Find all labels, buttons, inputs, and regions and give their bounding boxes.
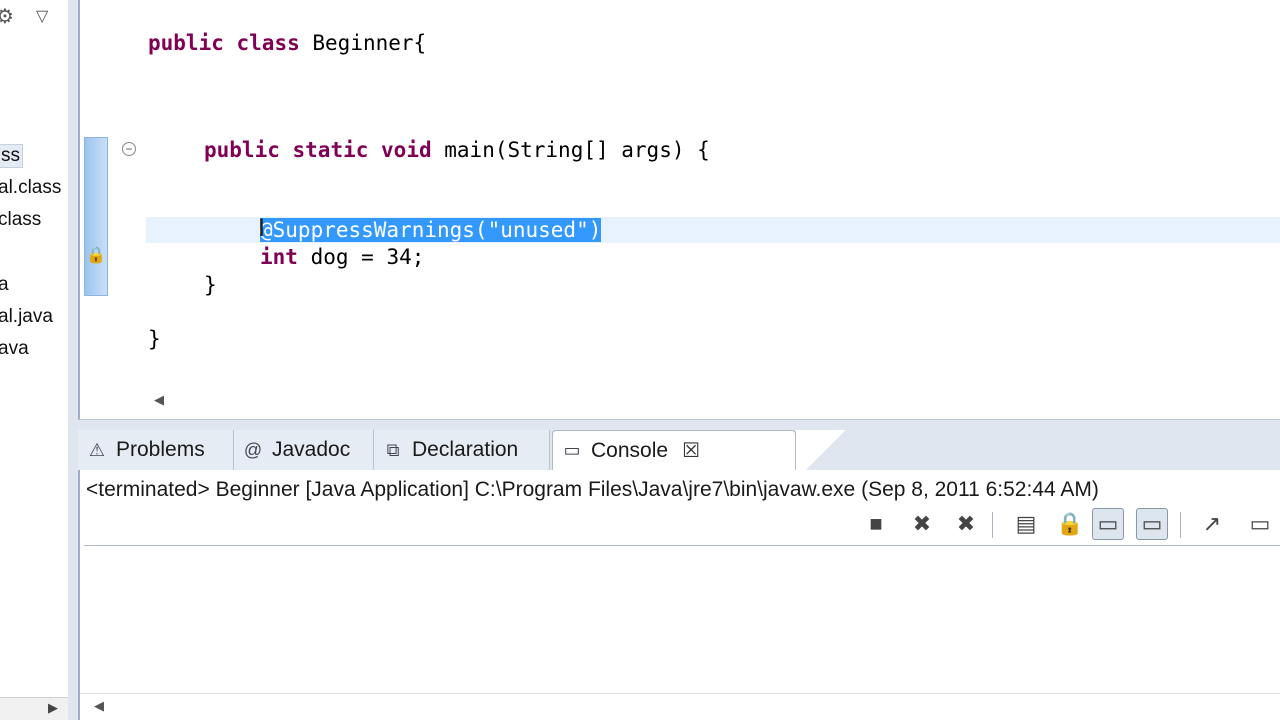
code-line-annotation: @SuppressWarnings("unused") [260, 217, 602, 243]
console-toolbar: ■ ✖ ✖ ▤ 🔒 ▭ ▭ ↗ ▭ [860, 506, 1280, 542]
package-explorer: ⚙ ▽ ss al.class class a al.java ava ▶ [0, 0, 69, 720]
scroll-left-icon[interactable]: ◀ [154, 392, 164, 408]
tab-label: Console [591, 438, 669, 462]
keyword: public [148, 31, 224, 55]
scroll-left-icon[interactable]: ◀ [94, 698, 104, 714]
tab-label: Javadoc [272, 438, 351, 461]
fold-collapse-icon[interactable]: − [122, 142, 136, 156]
keyword: class [236, 31, 300, 55]
scroll-right-icon[interactable]: ▶ [48, 700, 58, 716]
folding-gutter: − [110, 0, 144, 384]
chevron-down-icon[interactable]: ▽ [36, 6, 48, 26]
terminate-icon[interactable]: ■ [860, 508, 892, 540]
declaration-icon: ⧉ [386, 439, 400, 460]
display-console-icon[interactable]: ▭ [1244, 508, 1276, 540]
console-view[interactable]: <terminated> Beginner [Java Application]… [78, 470, 1280, 720]
problems-icon: ⚠ [88, 439, 106, 460]
pane-separator[interactable] [68, 0, 78, 720]
code-text-area[interactable]: public class Beginner{ public static voi… [146, 0, 1280, 384]
console-icon: ▭ [563, 440, 581, 460]
code-text: dog = 34; [310, 245, 425, 269]
pin-console-icon[interactable]: ↗ [1196, 508, 1228, 540]
at-icon: @ [243, 439, 263, 460]
file-item[interactable]: al.class [0, 177, 61, 199]
code-text: main(String[] args) { [444, 138, 710, 162]
overview-ruler: 🔒 [80, 0, 108, 384]
tab-decoration [796, 430, 856, 470]
horizontal-scrollbar[interactable]: ▶ [0, 697, 68, 720]
tab-declaration[interactable]: ⧉ Declaration [374, 430, 550, 470]
tab-label: Declaration [412, 438, 519, 461]
range-indicator [84, 137, 108, 296]
code-line-close-method: } [204, 273, 217, 297]
file-item[interactable]: al.java [0, 306, 53, 328]
editor-horizontal-scrollbar[interactable]: ◀ [146, 386, 1280, 416]
console-horizontal-scrollbar[interactable]: ◀ [80, 693, 1280, 720]
code-line-variable: int dog = 34; [260, 244, 424, 270]
scroll-lock-icon[interactable]: 🔒 [1054, 508, 1086, 540]
file-item[interactable]: ss [0, 144, 23, 168]
code-text: Beginner{ [312, 31, 427, 55]
keyword: void [381, 138, 432, 162]
console-output[interactable] [86, 550, 1280, 680]
keyword: public [204, 138, 280, 162]
keyword: int [260, 245, 298, 269]
file-item[interactable]: ava [0, 338, 29, 360]
console-status-text: <terminated> Beginner [Java Application]… [86, 478, 1099, 501]
clear-console-icon[interactable]: ▤ [1010, 508, 1042, 540]
code-line-main-declaration: public static void main(String[] args) { [204, 137, 710, 163]
bottom-view-tabbar: ⚠ Problems @ Javadoc ⧉ Declaration ▭ Con… [78, 430, 1280, 470]
tab-console[interactable]: ▭ Console ☒ [552, 430, 796, 470]
keyword: static [292, 138, 369, 162]
package-explorer-toolbar: ⚙ ▽ [0, 0, 68, 40]
show-on-stderr-icon[interactable]: ▭ [1136, 508, 1168, 540]
close-icon[interactable]: ☒ [682, 438, 700, 463]
show-on-stdout-icon[interactable]: ▭ [1092, 508, 1124, 540]
tab-label: Problems [116, 438, 205, 461]
code-line-close-class: } [148, 327, 161, 351]
text-cursor-icon: I [258, 214, 266, 242]
remove-launch-icon[interactable]: ✖ [906, 508, 938, 540]
warning-lock-icon[interactable]: 🔒 [86, 246, 106, 266]
tab-problems[interactable]: ⚠ Problems [78, 430, 234, 470]
code-editor[interactable]: 🔒 − public class Beginner{ public static… [78, 0, 1280, 420]
file-item[interactable]: a [0, 274, 9, 296]
selected-text[interactable]: @SuppressWarnings("unused") [260, 218, 602, 242]
code-line-class-declaration: public class Beginner{ [148, 30, 426, 56]
file-item[interactable]: class [0, 209, 41, 231]
view-menu-icon[interactable]: ⚙ [0, 4, 14, 29]
tab-javadoc[interactable]: @ Javadoc [234, 430, 374, 470]
console-divider [84, 545, 1280, 546]
remove-all-terminated-icon[interactable]: ✖ [950, 508, 982, 540]
